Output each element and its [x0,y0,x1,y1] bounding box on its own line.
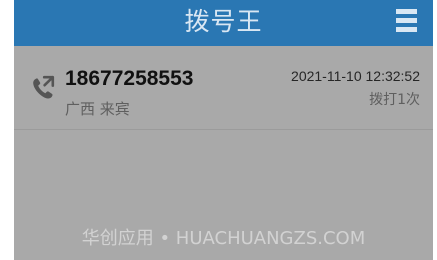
phone-number: 18677258553 [65,67,194,90]
app-screen: 拨号王 18677258553 广西 来宾 2021-11-10 12:32:5… [14,0,433,260]
menu-bar-middle [396,18,417,23]
hamburger-menu-icon[interactable] [396,9,417,33]
call-log-item[interactable]: 18677258553 广西 来宾 2021-11-10 12:32:52 拨打… [14,53,433,130]
page-title: 拨号王 [184,7,263,36]
menu-bar-top [396,9,417,14]
watermark-text: 华创应用 • HUACHUANGZS.COM [81,228,366,249]
app-header: 拨号王 [14,0,433,46]
menu-bar-bottom [396,27,417,32]
phone-location: 广西 来宾 [65,100,130,118]
call-timestamp: 2021-11-10 12:32:52 [291,68,420,84]
phone-call-icon [33,75,55,99]
call-count-label: 拨打1次 [369,92,420,108]
